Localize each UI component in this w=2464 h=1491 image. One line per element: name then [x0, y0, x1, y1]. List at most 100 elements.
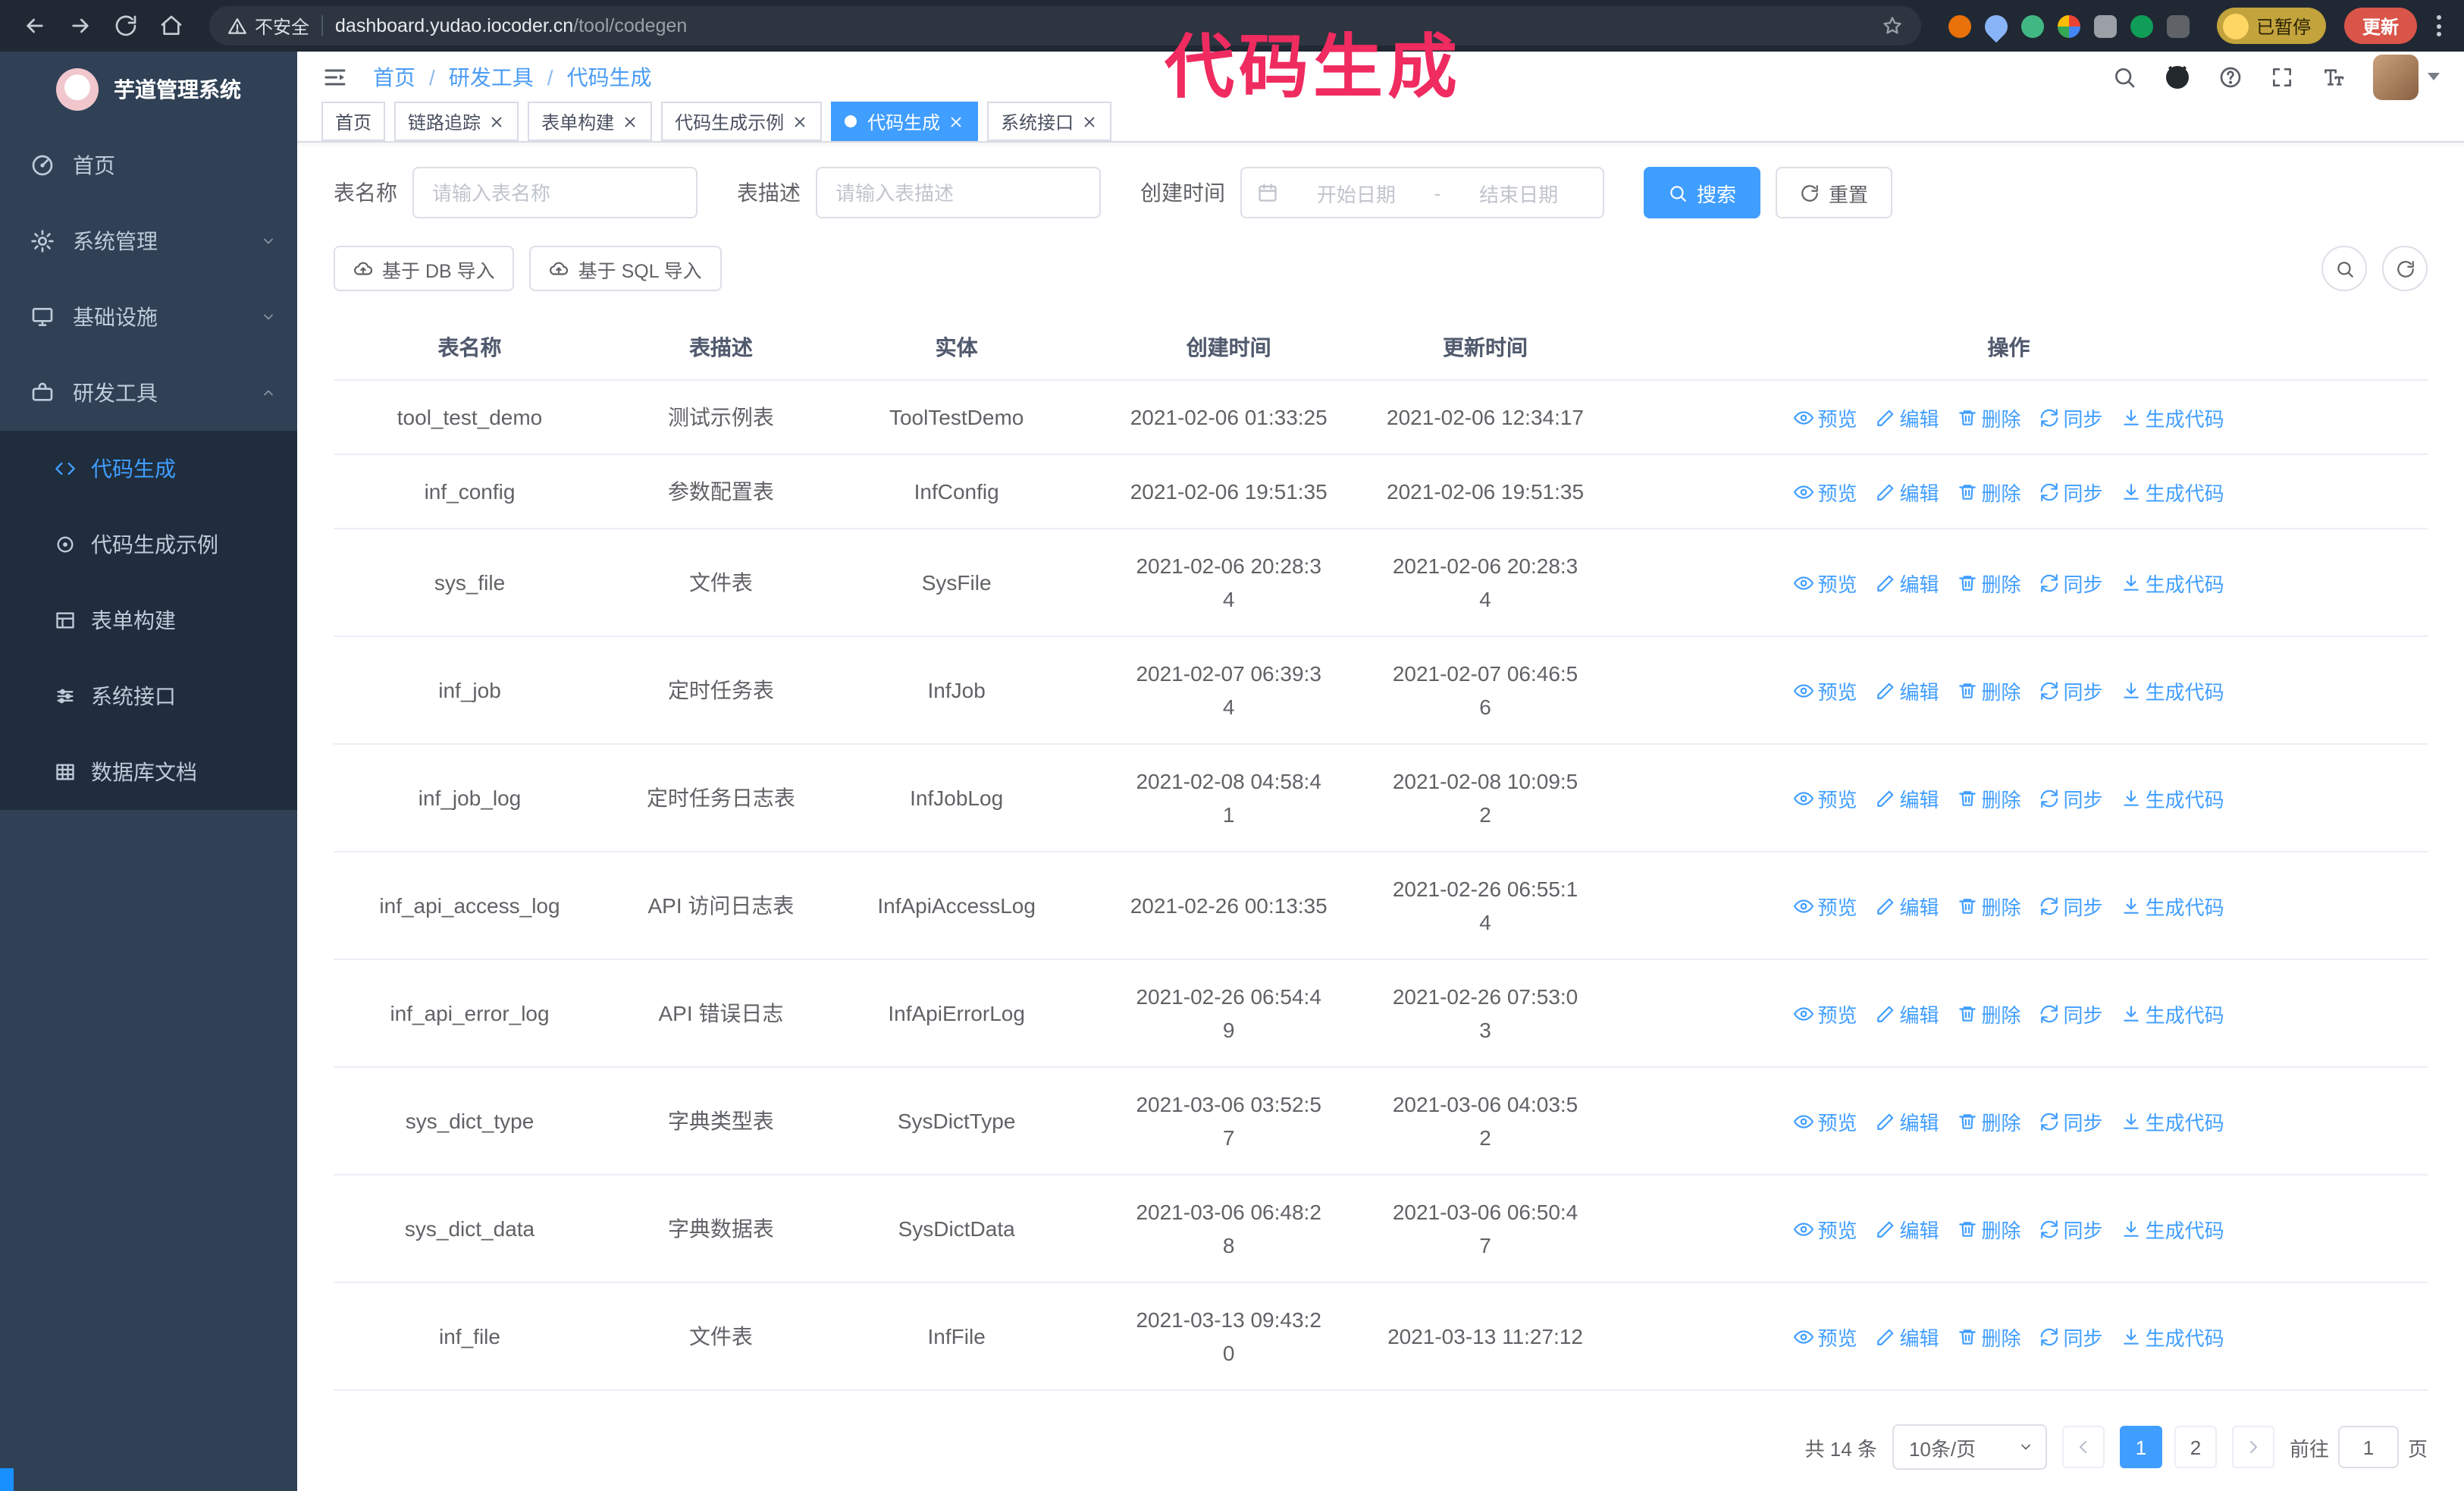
sidebar-item-form-builder[interactable]: 表单构建: [0, 582, 297, 658]
search-button[interactable]: 搜索: [1644, 167, 1761, 218]
extension-icon-5[interactable]: [2093, 14, 2117, 37]
toggle-search-button[interactable]: [2321, 246, 2367, 291]
preview-link[interactable]: 预览: [1793, 1322, 1857, 1351]
edit-link[interactable]: 编辑: [1875, 891, 1939, 920]
sync-link[interactable]: 同步: [2039, 999, 2103, 1028]
sync-link[interactable]: 同步: [2039, 568, 2103, 597]
extension-icon-1[interactable]: [1948, 14, 1971, 37]
help-icon[interactable]: [2218, 64, 2243, 89]
breadcrumb-item[interactable]: 研发工具 /: [449, 61, 567, 92]
preview-link[interactable]: 预览: [1793, 1106, 1857, 1135]
extension-puzzle-icon[interactable]: [2166, 14, 2190, 37]
sync-link[interactable]: 同步: [2039, 676, 2103, 705]
breadcrumb-item[interactable]: 首页 /: [373, 61, 449, 92]
sync-link[interactable]: 同步: [2039, 1322, 2103, 1351]
generate-code-link[interactable]: 生成代码: [2121, 477, 2224, 506]
sidebar-item-dev-tools[interactable]: 研发工具: [0, 355, 297, 431]
sync-link[interactable]: 同步: [2039, 1106, 2103, 1135]
preview-link[interactable]: 预览: [1793, 783, 1857, 812]
extension-icon-3[interactable]: [2020, 14, 2044, 37]
tag[interactable]: 首页: [321, 102, 386, 141]
edit-link[interactable]: 编辑: [1875, 477, 1939, 506]
generate-code-link[interactable]: 生成代码: [2121, 403, 2224, 432]
generate-code-link[interactable]: 生成代码: [2121, 891, 2224, 920]
search-icon[interactable]: [2112, 64, 2136, 89]
delete-link[interactable]: 删除: [1958, 676, 2021, 705]
import-db-button[interactable]: 基于 DB 导入: [334, 246, 515, 291]
table-name-input[interactable]: [412, 167, 698, 218]
delete-link[interactable]: 删除: [1958, 403, 2021, 432]
address-bar[interactable]: 不安全 dashboard.yudao.iocoder.cn/tool/code…: [209, 6, 1921, 46]
generate-code-link[interactable]: 生成代码: [2121, 1106, 2224, 1135]
browser-menu-icon[interactable]: [2429, 8, 2449, 44]
browser-back-button[interactable]: [15, 6, 55, 46]
tag[interactable]: 链路追踪: [394, 102, 519, 141]
logo[interactable]: 芋道管理系统: [0, 52, 297, 127]
preview-link[interactable]: 预览: [1793, 1214, 1857, 1243]
edit-link[interactable]: 编辑: [1875, 1214, 1939, 1243]
delete-link[interactable]: 删除: [1958, 1214, 2021, 1243]
browser-update-button[interactable]: 更新: [2343, 8, 2417, 44]
breadcrumb-item[interactable]: 代码生成 /: [567, 61, 652, 92]
extension-icon-2[interactable]: [1980, 9, 2013, 42]
edit-link[interactable]: 编辑: [1875, 568, 1939, 597]
edit-link[interactable]: 编辑: [1875, 1106, 1939, 1135]
preview-link[interactable]: 预览: [1793, 403, 1857, 432]
sidebar-item-code-generation[interactable]: 代码生成: [0, 431, 297, 507]
sync-link[interactable]: 同步: [2039, 1214, 2103, 1243]
edit-link[interactable]: 编辑: [1875, 403, 1939, 432]
font-size-icon[interactable]: [2321, 64, 2346, 89]
generate-code-link[interactable]: 生成代码: [2121, 676, 2224, 705]
page-number-button[interactable]: 2: [2174, 1426, 2217, 1468]
tag[interactable]: 系统接口: [987, 102, 1112, 141]
delete-link[interactable]: 删除: [1958, 999, 2021, 1028]
delete-link[interactable]: 删除: [1958, 783, 2021, 812]
preview-link[interactable]: 预览: [1793, 568, 1857, 597]
tag-close-icon[interactable]: [622, 113, 638, 130]
sidebar-item-infrastructure[interactable]: 基础设施: [0, 279, 297, 355]
sidebar-item-codegen-example[interactable]: 代码生成示例: [0, 507, 297, 582]
browser-reload-button[interactable]: [106, 6, 146, 46]
delete-link[interactable]: 删除: [1958, 568, 2021, 597]
generate-code-link[interactable]: 生成代码: [2121, 783, 2224, 812]
bookmark-star-icon[interactable]: [1882, 15, 1903, 36]
sidebar-item-system-management[interactable]: 系统管理: [0, 203, 297, 279]
extension-icon-4[interactable]: [2057, 14, 2080, 37]
delete-link[interactable]: 删除: [1958, 891, 2021, 920]
import-sql-button[interactable]: 基于 SQL 导入: [529, 246, 722, 291]
browser-forward-button[interactable]: [61, 6, 100, 46]
next-page-button[interactable]: [2231, 1426, 2274, 1468]
sync-link[interactable]: 同步: [2039, 891, 2103, 920]
generate-code-link[interactable]: 生成代码: [2121, 568, 2224, 597]
prev-page-button[interactable]: [2061, 1426, 2105, 1468]
tag-close-icon[interactable]: [948, 113, 964, 130]
tag-close-icon[interactable]: [1081, 113, 1098, 130]
paused-badge[interactable]: 已暂停: [2216, 8, 2326, 44]
extension-icon-6[interactable]: [2130, 14, 2153, 37]
sync-link[interactable]: 同步: [2039, 477, 2103, 506]
date-range-picker[interactable]: 开始日期 - 结束日期: [1240, 167, 1604, 218]
sidebar-item-db-docs[interactable]: 数据库文档: [0, 734, 297, 810]
delete-link[interactable]: 删除: [1958, 1322, 2021, 1351]
security-warning[interactable]: 不安全: [227, 13, 309, 39]
sidebar-item-home[interactable]: 首页: [0, 127, 297, 203]
edit-link[interactable]: 编辑: [1875, 999, 1939, 1028]
table-desc-input[interactable]: [816, 167, 1101, 218]
preview-link[interactable]: 预览: [1793, 477, 1857, 506]
sidebar-item-system-api[interactable]: 系统接口: [0, 658, 297, 734]
sidebar-toggle-button[interactable]: [321, 63, 349, 90]
edit-link[interactable]: 编辑: [1875, 783, 1939, 812]
generate-code-link[interactable]: 生成代码: [2121, 1214, 2224, 1243]
tag-close-icon[interactable]: [792, 113, 808, 130]
sync-link[interactable]: 同步: [2039, 783, 2103, 812]
preview-link[interactable]: 预览: [1793, 891, 1857, 920]
preview-link[interactable]: 预览: [1793, 999, 1857, 1028]
github-icon[interactable]: [2164, 63, 2191, 90]
edit-link[interactable]: 编辑: [1875, 1322, 1939, 1351]
reset-button[interactable]: 重置: [1776, 167, 1893, 218]
sync-link[interactable]: 同步: [2039, 403, 2103, 432]
tag[interactable]: 代码生成: [831, 102, 979, 141]
delete-link[interactable]: 删除: [1958, 477, 2021, 506]
generate-code-link[interactable]: 生成代码: [2121, 1322, 2224, 1351]
page-size-select[interactable]: 10条/页: [1892, 1424, 2047, 1470]
